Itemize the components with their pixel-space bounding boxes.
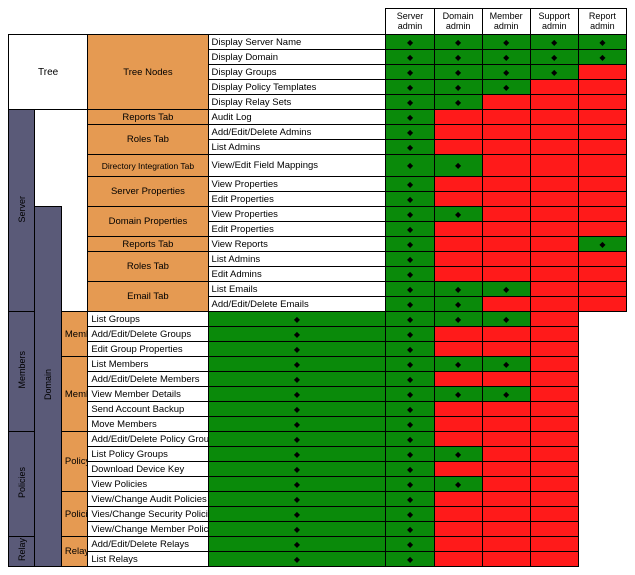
group-relays: Relays: [61, 537, 87, 567]
perm-label: Edit Group Properties: [88, 342, 208, 357]
perm-label: Add/Edit/Delete Relays: [88, 537, 208, 552]
perm-label: Display Policy Templates: [208, 80, 386, 95]
perm-label: Move Members: [88, 417, 208, 432]
perm-label: Add/Edit/Delete Admins: [208, 125, 386, 140]
level-domain: Domain: [35, 207, 61, 567]
perm-label: Edit Properties: [208, 192, 386, 207]
group-policies: Policies: [61, 492, 87, 537]
group-email-tab: Email Tab: [88, 282, 208, 312]
perm-label: Display Server Name: [208, 35, 386, 50]
perm-label: Send Account Backup: [88, 402, 208, 417]
group-reports-tab: Reports Tab: [88, 110, 208, 125]
perm-label: List Members: [88, 357, 208, 372]
perm-label: View Policies: [88, 477, 208, 492]
header-row: Server admin Domain admin Member admin S…: [9, 9, 627, 35]
group-roles-tab-2: Roles Tab: [88, 252, 208, 282]
perm-label: Add/Edit/Delete Emails: [208, 297, 386, 312]
group-roles-tab: Roles Tab: [88, 125, 208, 155]
perm-label: Display Groups: [208, 65, 386, 80]
perm-label: List Admins: [208, 252, 386, 267]
perm-label: List Groups: [88, 312, 208, 327]
perm-label: Edit Properties: [208, 222, 386, 237]
perm-label: View/Edit Field Mappings: [208, 155, 386, 177]
group-tree-nodes: Tree Nodes: [88, 35, 208, 110]
perm-label: View Properties: [208, 177, 386, 192]
group-members: Members: [61, 357, 87, 432]
perm-label: Vies/Change Security Policies: [88, 507, 208, 522]
perm-label: List Emails: [208, 282, 386, 297]
perm-label: Edit Admins: [208, 267, 386, 282]
level-policies: Policies: [9, 432, 35, 537]
group-server-props: Server Properties: [88, 177, 208, 207]
col-support-admin: Support admin: [530, 9, 578, 35]
group-policy-groups: Policy Groups: [61, 432, 87, 492]
level-tree: Tree: [9, 35, 88, 110]
permissions-table: Server admin Domain admin Member admin S…: [8, 8, 627, 567]
col-report-admin: Report admin: [578, 9, 626, 35]
perm-label: Add/Edit/Delete Groups: [88, 327, 208, 342]
level-members: Members: [9, 312, 35, 432]
perm-label: View/Change Audit Policies: [88, 492, 208, 507]
perm-label: Download Device Key: [88, 462, 208, 477]
perm-label: View Member Details: [88, 387, 208, 402]
level-server: Server: [9, 110, 35, 312]
group-member-groups: Member Groups: [61, 312, 87, 357]
perm-label: Add/Edit/Delete Policy Groups: [88, 432, 208, 447]
level-relay: Relay: [9, 537, 35, 567]
perm-label: Display Relay Sets: [208, 95, 386, 110]
col-member-admin: Member admin: [482, 9, 530, 35]
group-domain-props: Domain Properties: [88, 207, 208, 237]
perm-label: Audit Log: [208, 110, 386, 125]
perm-label: List Relays: [88, 552, 208, 567]
perm-label: View/Change Member Policies: [88, 522, 208, 537]
perm-label: View Properties: [208, 207, 386, 222]
group-reports-tab-2: Reports Tab: [88, 237, 208, 252]
perm-label: List Admins: [208, 140, 386, 155]
perm-label: Add/Edit/Delete Members: [88, 372, 208, 387]
perm-label: List Policy Groups: [88, 447, 208, 462]
group-dir-int: Directory Integration Tab: [88, 155, 208, 177]
col-server-admin: Server admin: [386, 9, 434, 35]
col-domain-admin: Domain admin: [434, 9, 482, 35]
perm-label: View Reports: [208, 237, 386, 252]
perm-label: Display Domain: [208, 50, 386, 65]
